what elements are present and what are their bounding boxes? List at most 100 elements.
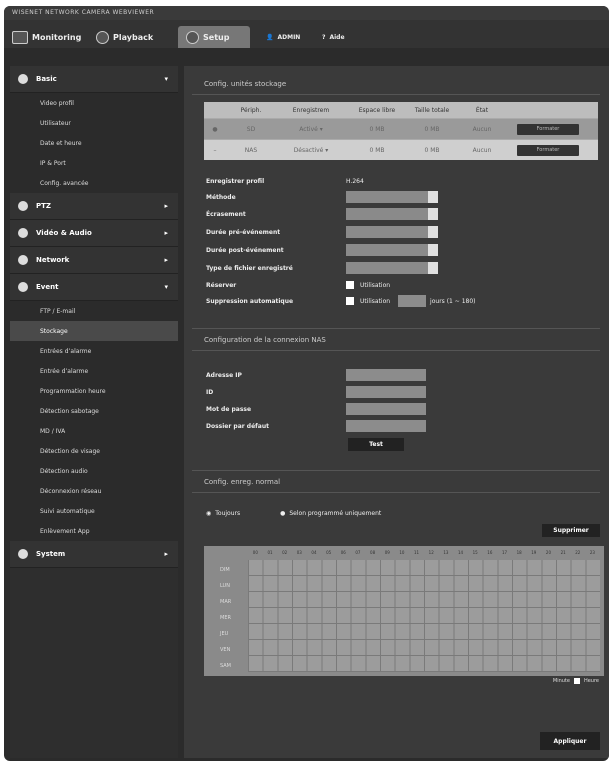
hour-checkbox[interactable] (573, 678, 580, 684)
hour-label: 16 (487, 550, 493, 555)
recording-select[interactable]: Désactivé ▾ (276, 147, 346, 154)
row-radio[interactable]: – (204, 147, 226, 154)
always-radio[interactable]: ◉ (206, 510, 211, 517)
planned-radio[interactable]: ● (280, 510, 285, 517)
nas-ip-input[interactable] (346, 369, 426, 381)
nas-password-input[interactable] (346, 403, 426, 415)
total-size-cell: 0 MB (424, 125, 440, 133)
recording-select[interactable]: Activé ▾ (276, 126, 346, 133)
sidebar-item[interactable]: Programmation heure (10, 381, 178, 401)
apply-button[interactable]: Appliquer (540, 732, 600, 750)
state-cell: Aucun (472, 125, 492, 133)
sidebar-item[interactable]: MD / IVA (10, 421, 178, 441)
hour-label: 05 (326, 550, 332, 555)
sidebar-item[interactable]: Détection audio (10, 461, 178, 481)
sidebar-item[interactable]: Date et heure (10, 133, 178, 153)
reserve-checkbox[interactable] (346, 281, 354, 289)
help-label: Aide (329, 33, 345, 41)
sidebar-section-label: Event (36, 283, 59, 291)
day-label: DIM (220, 567, 230, 573)
recording-value: Activé (299, 125, 318, 133)
device-cell: SD (246, 125, 256, 133)
auto-delete-label: Suppression automatique (206, 297, 294, 305)
tab-playback[interactable]: Playback (96, 26, 153, 48)
day-column: DIM LUN MAR MER JEU VEN SAM (208, 562, 244, 674)
sidebar-item[interactable]: Détection de visage (10, 441, 178, 461)
sidebar-item[interactable]: Suivi automatique (10, 501, 178, 521)
auto-delete-checkbox[interactable] (346, 297, 354, 305)
sidebar-item[interactable]: Entrée d’alarme (10, 361, 178, 381)
storage-section-title: Config. unités stockage (204, 80, 287, 88)
nas-folder-row: Dossier par défaut (206, 419, 426, 433)
network-icon (18, 255, 28, 265)
top-navigation: Monitoring Playback Setup 👤 ADMIN ? Aide (4, 20, 609, 48)
profile-value: H.264 (346, 177, 364, 185)
sidebar-section-label: System (36, 550, 66, 558)
delete-button[interactable]: Supprimer (542, 524, 600, 537)
hour-label: 14 (457, 550, 464, 555)
profile-row: Enregistrer profil H.264 (206, 174, 364, 188)
pre-event-label: Durée pré-événement (206, 228, 281, 236)
chevron-right-icon: ▸ (164, 256, 168, 264)
format-button[interactable]: Formater (517, 123, 579, 135)
hour-label: 08 (370, 550, 376, 555)
nas-id-input[interactable] (346, 386, 426, 398)
reserve-label: Réserver (206, 281, 237, 289)
tab-setup[interactable]: Setup (178, 26, 250, 48)
hour-label: 01 (267, 550, 273, 555)
playback-icon (96, 30, 109, 44)
sidebar-section-basic[interactable]: Basic ▾ (10, 66, 178, 93)
sidebar-item[interactable]: FTP / E-mail (10, 301, 178, 321)
days-range-label: jours (1 ~ 180) (430, 297, 476, 305)
row-radio[interactable]: ● (204, 126, 226, 133)
state-cell: Aucun (472, 146, 492, 154)
sidebar-item[interactable]: Détection sabotage (10, 401, 178, 421)
column-header: Périph. (240, 106, 262, 114)
sidebar-section-system[interactable]: System ▸ (10, 541, 178, 568)
sidebar-item[interactable]: Enlèvement App (10, 521, 178, 541)
monitor-icon (12, 30, 28, 44)
sidebar-item[interactable]: Config. avancée (10, 173, 178, 193)
hour-label: Heure (583, 678, 599, 684)
sidebar-section-video-audio[interactable]: Vidéo & Audio ▸ (10, 220, 178, 247)
grid-mode-toggle: Minute Heure (553, 678, 599, 684)
sidebar-section-event[interactable]: Event ▾ (10, 274, 178, 301)
recording-value: Désactivé (293, 146, 324, 154)
chevron-down-icon: ▾ (164, 283, 168, 291)
format-button[interactable]: Formater (517, 144, 579, 156)
sidebar-item[interactable]: IP & Port (10, 153, 178, 173)
nas-folder-input[interactable] (346, 420, 426, 432)
divider (192, 328, 600, 329)
file-type-select[interactable] (346, 262, 438, 274)
gear-icon (186, 30, 199, 44)
sidebar-item[interactable]: Utilisateur (10, 113, 178, 133)
table-row[interactable]: – NAS Désactivé ▾ 0 MB 0 MB Aucun Format… (204, 139, 598, 160)
schedule-grid[interactable]: 00 01 02 03 04 05 06 07 08 09 10 11 12 13 14 15 16 17 18 19… (204, 546, 604, 676)
file-type-label: Type de fichier enregistré (206, 264, 293, 272)
help-button[interactable]: ? Aide (322, 26, 345, 48)
days-input[interactable] (398, 295, 427, 307)
method-select[interactable] (346, 191, 438, 203)
overwrite-select[interactable] (346, 208, 438, 220)
post-event-label: Durée post-événement (206, 246, 284, 254)
chevron-right-icon: ▸ (164, 550, 168, 558)
sidebar-section-ptz[interactable]: PTZ ▸ (10, 193, 178, 220)
file-type-row: Type de fichier enregistré (206, 261, 438, 275)
sidebar-section-network[interactable]: Network ▸ (10, 247, 178, 274)
sidebar-item[interactable]: Entrées d’alarme (10, 341, 178, 361)
tab-monitoring[interactable]: Monitoring (12, 26, 81, 48)
chevron-down-icon: ▾ (164, 75, 168, 83)
ptz-icon (18, 201, 28, 211)
pre-event-select[interactable] (346, 226, 438, 238)
user-menu[interactable]: 👤 ADMIN (266, 26, 300, 48)
schedule-cells[interactable] (248, 560, 600, 672)
sidebar-item[interactable]: Stockage (10, 321, 178, 341)
sidebar-item[interactable]: Video profil (10, 93, 178, 113)
test-button[interactable]: Test (348, 438, 404, 451)
post-event-select[interactable] (346, 244, 438, 256)
table-row[interactable]: ● SD Activé ▾ 0 MB 0 MB Aucun Formater (204, 118, 598, 139)
sidebar-item[interactable]: Déconnexion réseau (10, 481, 178, 501)
hour-label: 15 (472, 550, 478, 555)
sidebar-section-label: Basic (36, 75, 57, 83)
auto-delete-row: Suppression automatique Utilisation jours … (206, 294, 475, 308)
